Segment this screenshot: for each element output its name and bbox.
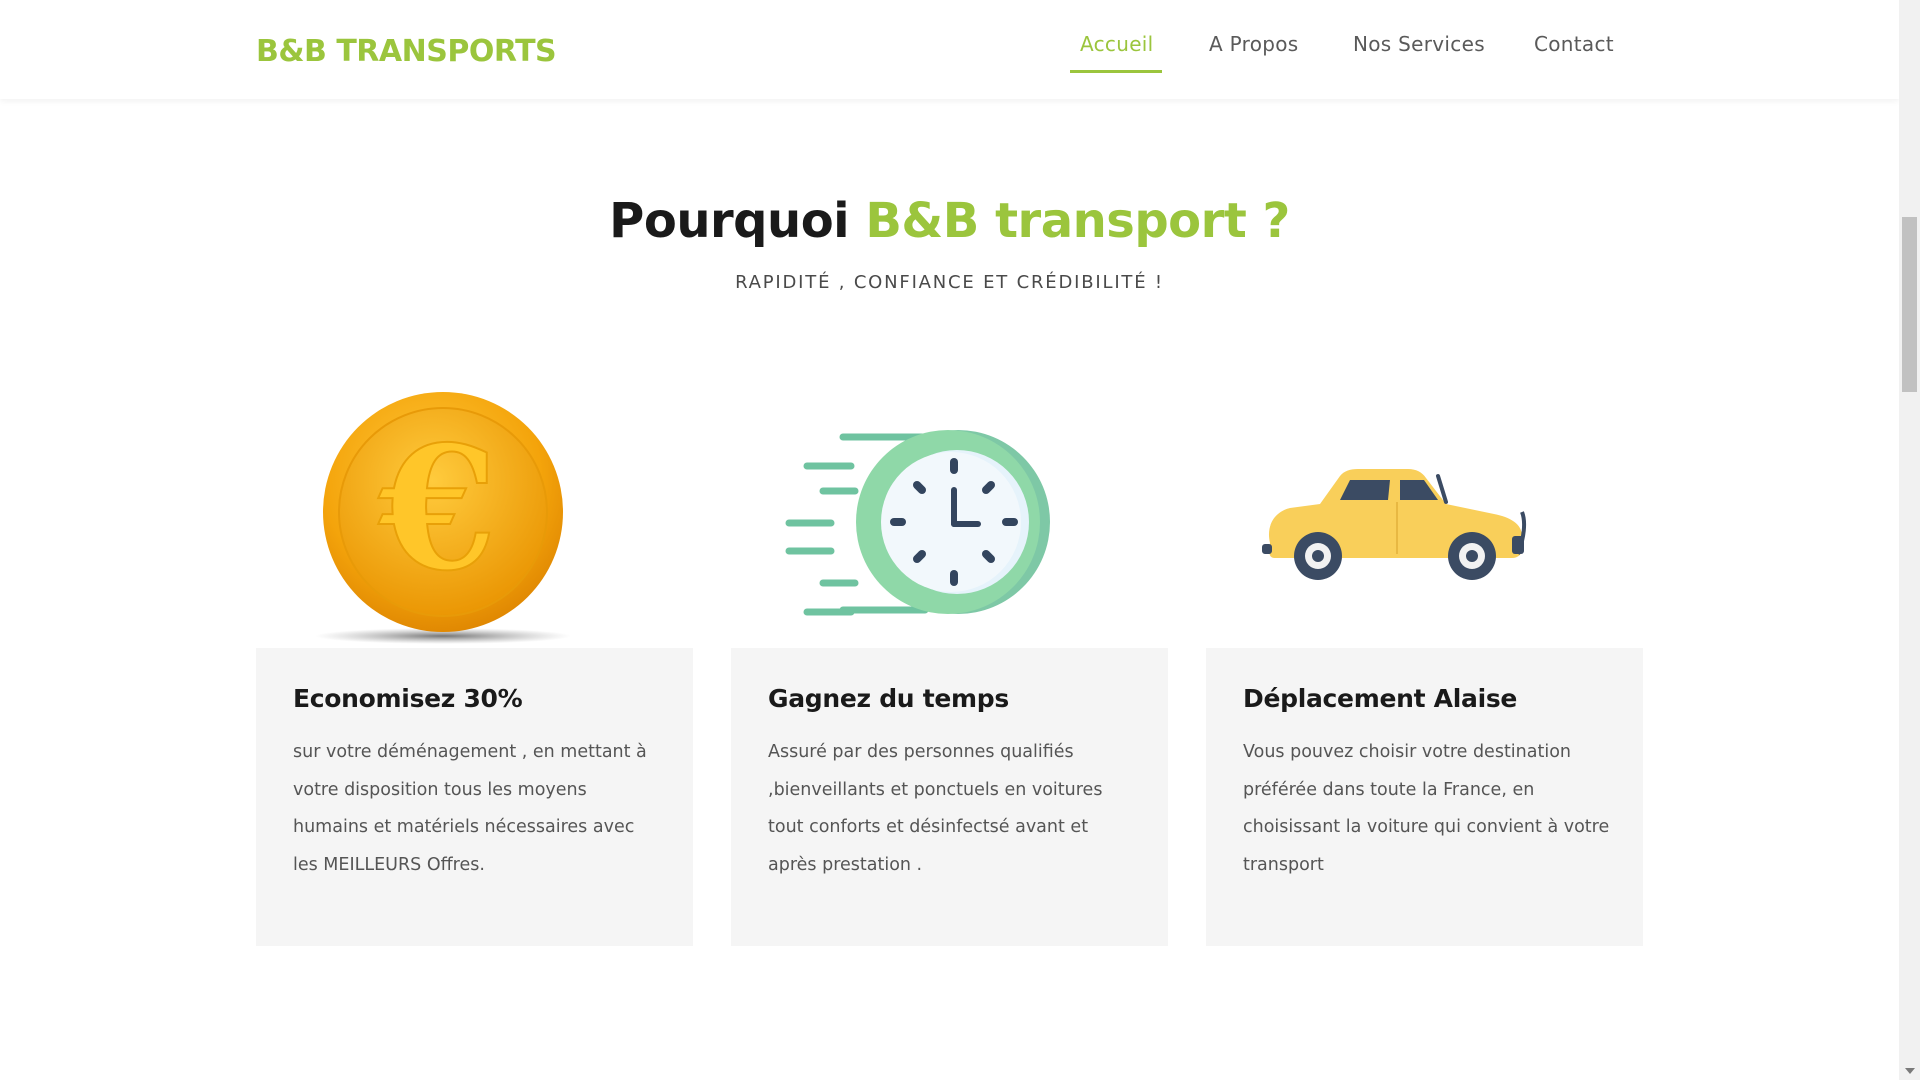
page: B&B TRANSPORTS Accueil A Propos Nos Serv… <box>0 0 1920 1080</box>
scrollbar-thumb[interactable] <box>1902 217 1917 392</box>
nav-item-a-propos[interactable]: A Propos <box>1209 32 1299 56</box>
nav-item-contact[interactable]: Contact <box>1534 32 1614 56</box>
svg-text:€: € <box>378 409 497 609</box>
car-icon <box>1262 469 1527 580</box>
feature-card-text: Assuré par des personnes qualifiés ,bien… <box>768 742 1103 875</box>
section-title: Pourquoi B&B transport ? <box>0 193 1899 249</box>
feature-card-title: Economisez 30% <box>293 684 523 713</box>
fast-clock-icon <box>785 430 1050 616</box>
nav-item-accueil[interactable]: Accueil <box>1080 32 1154 56</box>
section-subtitle: RAPIDITÉ , CONFIANCE ET CRÉDIBILITÉ ! <box>735 272 1164 293</box>
feature-card-title: Déplacement Alaise <box>1243 684 1518 713</box>
feature-card-title: Gagnez du temps <box>768 684 1009 713</box>
site-header: B&B TRANSPORTS Accueil A Propos Nos Serv… <box>0 0 1899 99</box>
site-logo[interactable]: B&B TRANSPORTS <box>256 34 557 69</box>
nav-item-nos-services[interactable]: Nos Services <box>1353 32 1485 56</box>
section-title-prefix: Pourquoi <box>609 193 866 249</box>
feature-card-text: sur votre déménagement , en mettant à vo… <box>293 742 647 875</box>
vertical-scrollbar[interactable] <box>1899 0 1920 1080</box>
feature-card-deplacement: Déplacement Alaise Vous pouvez choisir v… <box>1206 648 1643 946</box>
feature-card-gagnez: Gagnez du temps Assuré par des personnes… <box>731 648 1168 946</box>
feature-card-text: Vous pouvez choisir votre destination pr… <box>1243 742 1610 875</box>
section-title-accent: B&B transport ? <box>865 193 1290 249</box>
scroll-down-arrow-icon[interactable] <box>1905 1068 1915 1074</box>
feature-card-economisez: Economisez 30% sur votre déménagement , … <box>256 648 693 946</box>
nav-active-underline <box>1070 70 1162 73</box>
euro-coin-icon: € <box>315 392 571 644</box>
